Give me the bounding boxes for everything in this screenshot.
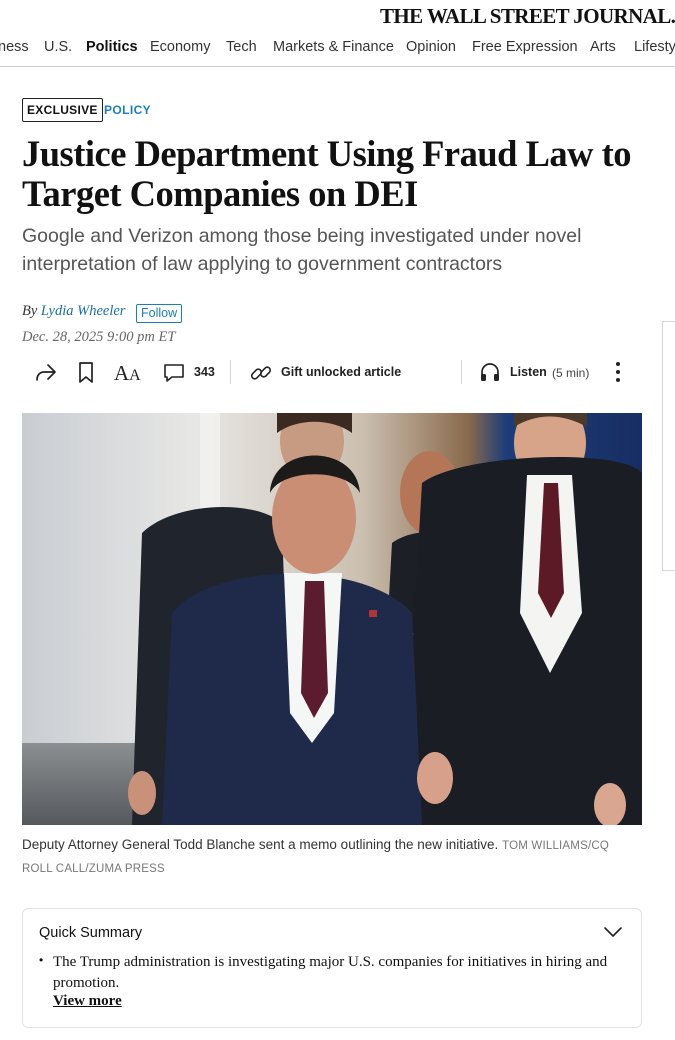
comment-icon[interactable] — [162, 362, 186, 384]
byline: By Lydia Wheeler — [22, 303, 125, 320]
comment-count[interactable]: 343 — [194, 365, 215, 379]
more-options-icon[interactable] — [609, 360, 627, 384]
article-headline: Justice Department Using Fraud Law to Ta… — [22, 133, 632, 214]
share-icon[interactable] — [34, 362, 58, 384]
toolbar-divider — [461, 360, 462, 384]
follow-button[interactable]: Follow — [136, 304, 183, 323]
bookmark-icon[interactable] — [77, 361, 95, 385]
side-panel-edge — [662, 321, 675, 571]
listen-button[interactable]: Listen — [510, 365, 547, 379]
nav-item-economy[interactable]: Economy — [150, 39, 210, 55]
listen-duration: (5 min) — [552, 366, 590, 380]
nav-item-business[interactable]: ness — [0, 39, 29, 55]
publish-date: Dec. 28, 2025 9:00 pm ET — [22, 329, 176, 345]
nav-item-us[interactable]: U.S. — [44, 39, 72, 55]
kebab-dot — [616, 378, 620, 382]
kebab-dot — [616, 362, 620, 366]
nav-item-free-expression[interactable]: Free Expression — [472, 39, 578, 55]
article-dek: Google and Verizon among those being inv… — [22, 225, 582, 275]
exclusive-badge: EXCLUSIVE — [22, 98, 103, 122]
nav-item-politics[interactable]: Politics — [86, 39, 138, 55]
toolbar-divider — [230, 360, 231, 384]
nav-item-markets-finance[interactable]: Markets & Finance — [273, 39, 394, 55]
article-photo[interactable] — [22, 413, 642, 825]
kebab-dot — [616, 370, 620, 374]
wsj-logo[interactable]: THE WALL STREET JOURNAL. — [380, 4, 675, 29]
summary-bullet-text: The Trump administration is investigatin… — [53, 954, 608, 991]
nav-item-lifestyle[interactable]: Lifesty — [634, 39, 675, 55]
caption-text: Deputy Attorney General Todd Blanche sen… — [22, 837, 499, 852]
category-link[interactable]: POLICY — [104, 103, 151, 117]
nav-item-tech[interactable]: Tech — [226, 39, 257, 55]
font-size-large-glyph: A — [114, 361, 130, 385]
font-size-small-glyph: A — [129, 367, 141, 384]
quick-summary-panel: Quick Summary • The Trump administration… — [22, 908, 642, 1028]
chevron-down-icon[interactable] — [602, 925, 624, 939]
section-nav: ness U.S. Politics Economy Tech Markets … — [0, 34, 675, 67]
bullet-icon: • — [39, 953, 44, 967]
quick-summary-title: Quick Summary — [39, 925, 143, 941]
nav-item-arts[interactable]: Arts — [590, 39, 616, 55]
gift-link-icon[interactable] — [249, 361, 273, 385]
photo-caption: Deputy Attorney General Todd Blanche sen… — [22, 834, 642, 880]
masthead: THE WALL STREET JOURNAL. — [0, 0, 675, 34]
author-link[interactable]: Lydia Wheeler — [41, 303, 126, 319]
font-size-button[interactable]: AA — [114, 361, 141, 386]
byline-prefix: By — [22, 303, 41, 319]
view-more-link[interactable]: View more — [53, 993, 122, 1010]
headphones-icon[interactable] — [479, 361, 501, 383]
nav-item-opinion[interactable]: Opinion — [406, 39, 456, 55]
gift-article-button[interactable]: Gift unlocked article — [281, 365, 401, 379]
